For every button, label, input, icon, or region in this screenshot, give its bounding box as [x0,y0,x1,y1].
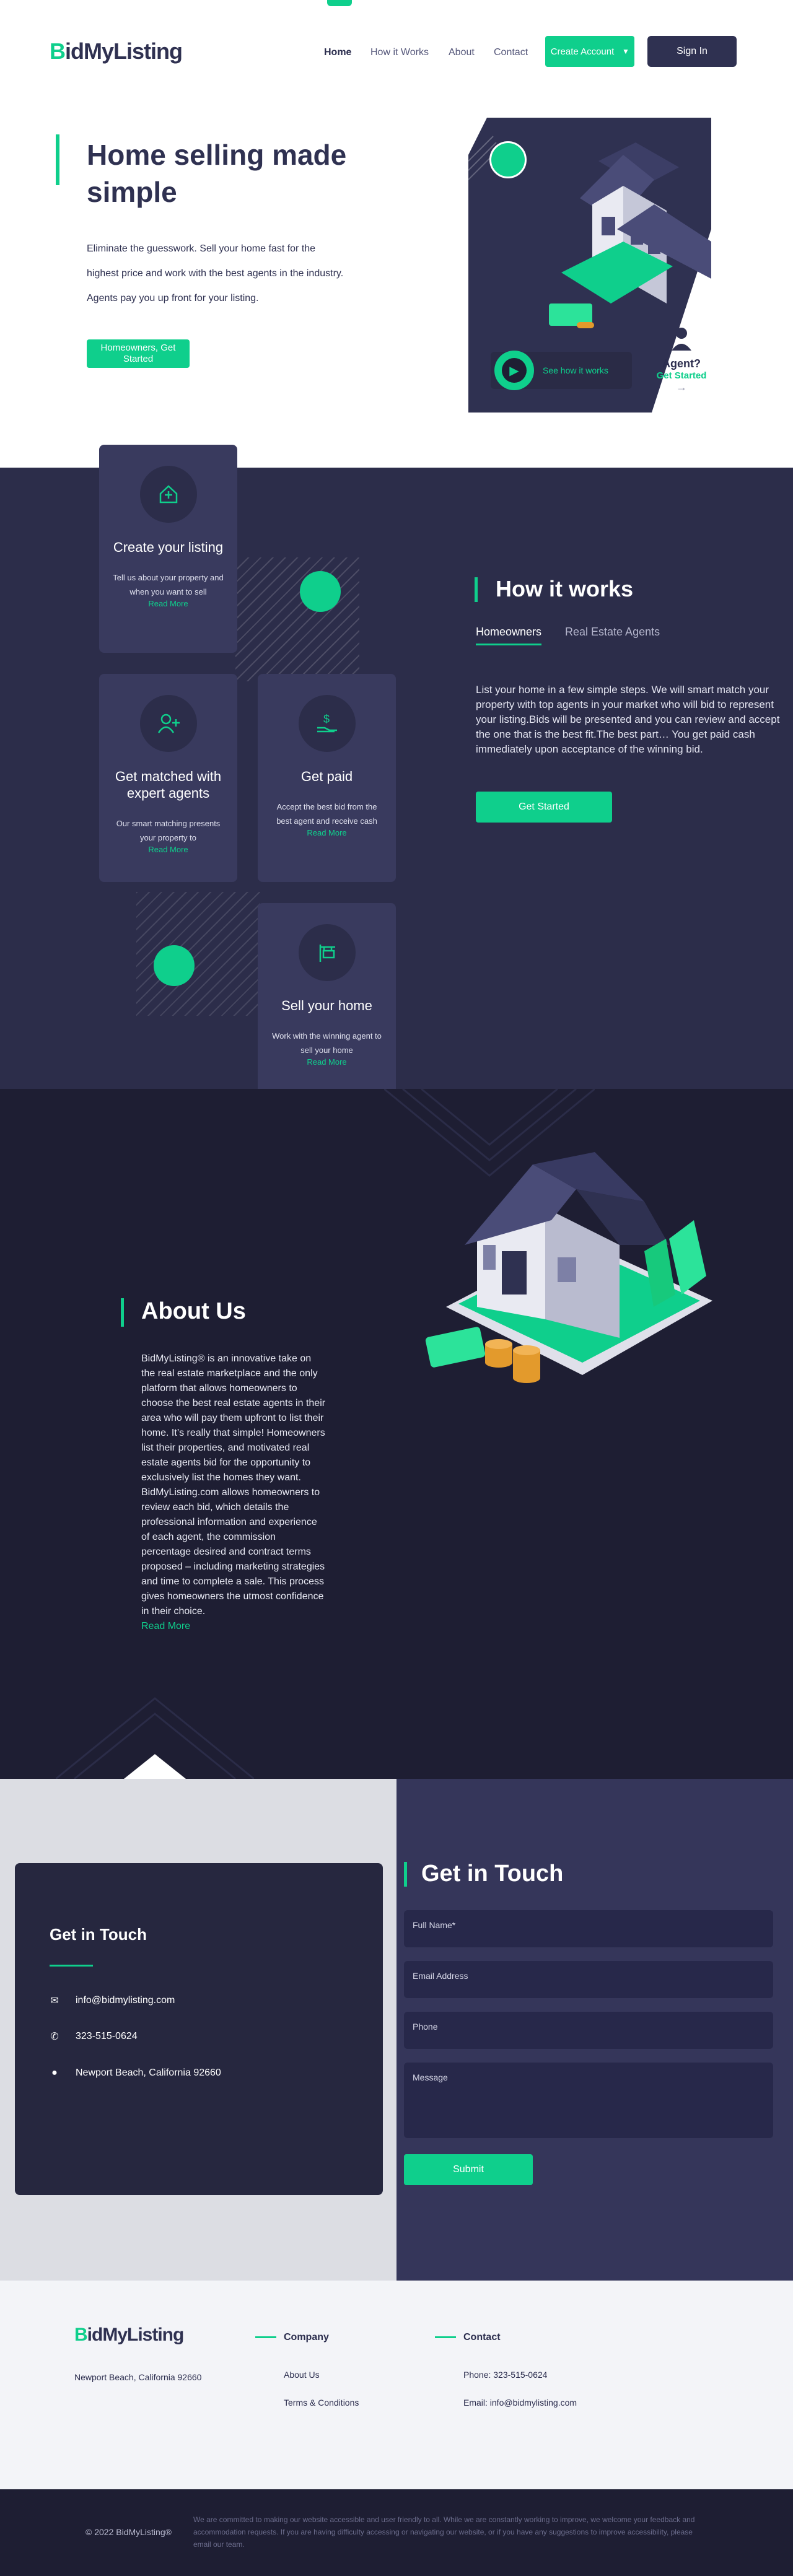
hand-dollar-icon: $ [298,695,356,752]
submit-button[interactable]: Submit [404,2154,533,2185]
phone-icon: ✆ [50,2032,59,2042]
about-title: About Us [141,1298,246,1324]
card-text: Work with the winning agent to sell your… [272,1031,382,1055]
footer-email[interactable]: Email: info@bidmylisting.com [463,2398,577,2408]
card-title: Get paid [300,769,353,784]
contact-address: ● Newport Beach, California 92660 [50,2067,221,2079]
top-indicator [327,0,352,6]
agent-callout: Agent? Get Started → [652,326,711,394]
see-how-it-works-button[interactable]: ▶ See how it works [491,351,632,390]
step-card-get-matched[interactable]: Get matched with expert agents Our smart… [99,674,237,882]
see-how-it-works-label: See how it works [543,365,608,375]
arrow-right-icon[interactable]: → [652,381,711,394]
read-more-link[interactable]: Read More [99,845,237,854]
phone-field[interactable]: Phone [404,2012,773,2049]
logo-text: idMyListing [65,38,183,64]
nav-about[interactable]: About [449,47,475,58]
footer-contact-heading: Contact [463,2332,501,2342]
copyright: © 2022 BidMyListing® [85,2527,172,2537]
contact-info-title: Get in Touch [50,1925,147,1944]
how-it-works-text: List your home in a few simple steps. We… [476,684,780,755]
for-sale-sign-icon [298,924,356,981]
decor-circle [300,571,341,612]
contact-accent [435,2336,456,2338]
read-more-link[interactable]: Read More [258,1057,396,1067]
company-accent [255,2336,276,2338]
how-it-works-title: How it works [496,576,634,601]
contact-info-card [15,1863,383,2195]
contact-email[interactable]: ✉ info@bidmylisting.com [50,1994,175,2007]
map-pin-icon: ● [51,2067,58,2078]
accessibility-disclaimer: We are committed to making our website a… [193,2515,695,2549]
get-started-button[interactable]: Get Started [476,792,612,823]
read-more-link[interactable]: Read More [99,599,237,608]
footer-logo[interactable]: BidMyListing [74,2325,185,2346]
nav-how-it-works[interactable]: How it Works [370,47,429,58]
decor-stripes [235,557,359,681]
create-account-button[interactable]: Create Account ▼ [545,36,634,67]
footer-logo-text: idMyListing [87,2325,185,2345]
about-body: BidMyListing® is an innovative take on t… [141,1351,327,1634]
decor-circle [489,141,527,178]
footer [0,2281,793,2489]
form-accent-bar [404,1862,407,1887]
play-icon: ▶ [494,351,534,390]
homeowners-get-started-button[interactable]: Homeowners, Get Started [87,339,190,368]
step-card-get-paid[interactable]: $ Get paid Accept the best bid from the … [258,674,396,882]
card-title: Get matched with expert agents [115,769,222,801]
hero-illustration: ▶ See how it works Agent? Get Started → [468,118,711,413]
full-name-field[interactable]: Full Name* [404,1910,773,1947]
hero-accent-bar [56,134,59,185]
card-text: Our smart matching presents your propert… [116,819,221,842]
decor-peak [56,1697,254,1779]
footer-phone[interactable]: Phone: 323-515-0624 [463,2370,547,2380]
tab-homeowners[interactable]: Homeowners [476,626,542,645]
email-field[interactable]: Email Address [404,1961,773,1998]
step-card-sell-home[interactable]: Sell your home Work with the winning age… [258,903,396,1111]
tab-real-estate-agents[interactable]: Real Estate Agents [565,626,660,639]
about-text: BidMyListing® is an innovative take on t… [141,1353,326,1617]
footer-address: Newport Beach, California 92660 [74,2372,202,2382]
step-card-create-listing[interactable]: Create your listing Tell us about your p… [99,445,237,653]
contact-phone[interactable]: ✆ 323-515-0624 [50,2030,138,2043]
agent-get-started-link[interactable]: Get Started [652,370,711,381]
card-text: Tell us about your property and when you… [113,573,224,596]
how-accent-bar [475,577,478,602]
logo-mark: B [50,38,66,64]
house-plus-icon [139,466,197,523]
nav-home[interactable]: Home [324,47,351,58]
decor-circle [154,945,195,986]
card-title: Create your listing [113,539,224,555]
footer-logo-mark: B [74,2325,88,2345]
contact-address-text: Newport Beach, California 92660 [76,2067,221,2078]
contact-underline [50,1965,93,1967]
logo[interactable]: BidMyListing [50,38,183,64]
hero-text: Eliminate the guesswork. Sell your home … [87,243,344,303]
footer-link-terms[interactable]: Terms & Conditions [284,2398,359,2408]
add-user-icon [139,695,197,752]
company-heading: Company [284,2332,329,2342]
read-more-link[interactable]: Read More [258,828,396,837]
form-title: Get in Touch [421,1861,564,1887]
contact-email-text: info@bidmylisting.com [76,1995,175,2006]
nav-contact[interactable]: Contact [494,47,528,58]
message-field[interactable]: Message [404,2063,773,2138]
envelope-icon: ✉ [50,1996,59,2006]
create-account-label: Create Account [550,46,615,57]
about-read-more-link[interactable]: Read More [141,1621,190,1631]
agent-question: Agent? [662,357,701,370]
hero-title: Home selling made simple [87,139,347,208]
card-title: Sell your home [281,998,372,1013]
contact-phone-text: 323-515-0624 [76,2031,138,2041]
chevron-down-icon: ▼ [622,47,629,56]
card-text: Accept the best bid from the best agent … [276,802,377,826]
agent-avatar-icon [672,328,691,351]
about-accent-bar [121,1298,124,1327]
decor-stripes [136,892,260,1016]
about-house-graphic [425,1152,712,1383]
svg-text:$: $ [323,713,330,725]
footer-link-about[interactable]: About Us [284,2370,320,2380]
sign-in-button[interactable]: Sign In [647,36,737,67]
